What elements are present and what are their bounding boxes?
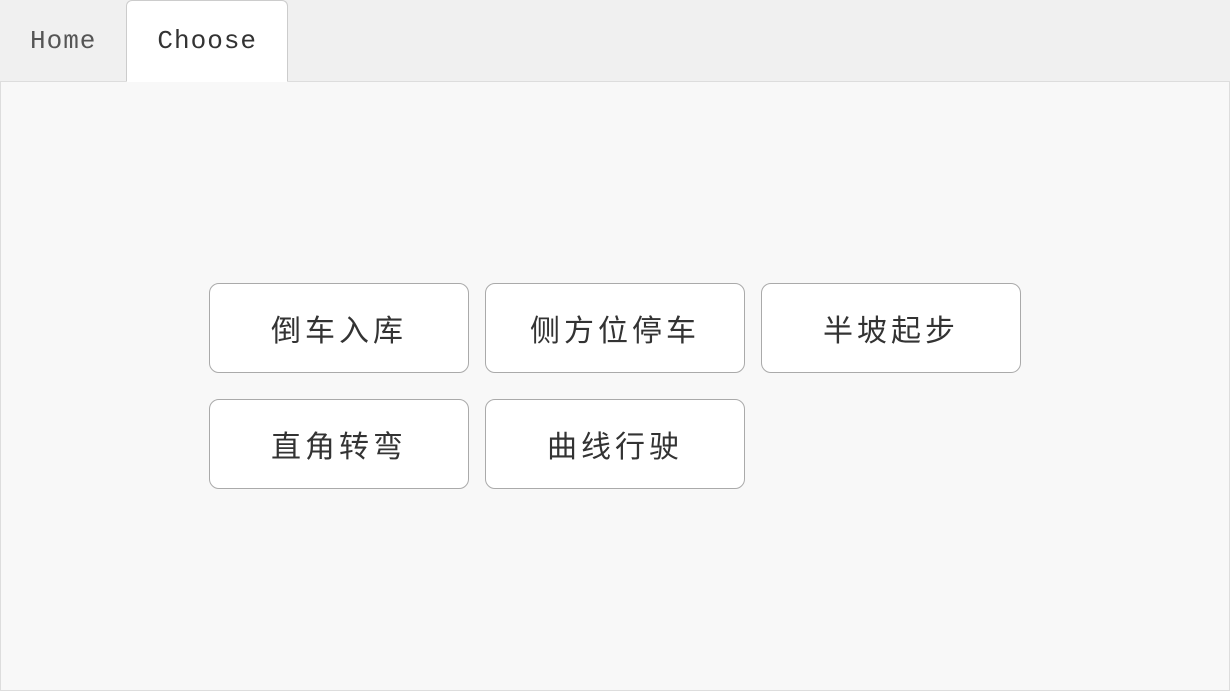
nav-bar: Home Choose	[0, 0, 1230, 82]
nav-home[interactable]: Home	[0, 0, 126, 81]
nav-choose-label: Choose	[157, 26, 257, 56]
button-banpo-qibu[interactable]: 半坡起步	[761, 283, 1021, 373]
nav-home-label: Home	[30, 26, 96, 56]
button-daoche-ruku[interactable]: 倒车入库	[209, 283, 469, 373]
button-quxian-xingshi[interactable]: 曲线行驶	[485, 399, 745, 489]
button-zhijiao-zhuanwan[interactable]: 直角转弯	[209, 399, 469, 489]
main-content: 倒车入库 侧方位停车 半坡起步 直角转弯 曲线行驶	[0, 82, 1230, 691]
nav-choose[interactable]: Choose	[126, 0, 288, 82]
button-cefangwei-tingche[interactable]: 侧方位停车	[485, 283, 745, 373]
button-grid: 倒车入库 侧方位停车 半坡起步 直角转弯 曲线行驶	[209, 278, 1021, 494]
